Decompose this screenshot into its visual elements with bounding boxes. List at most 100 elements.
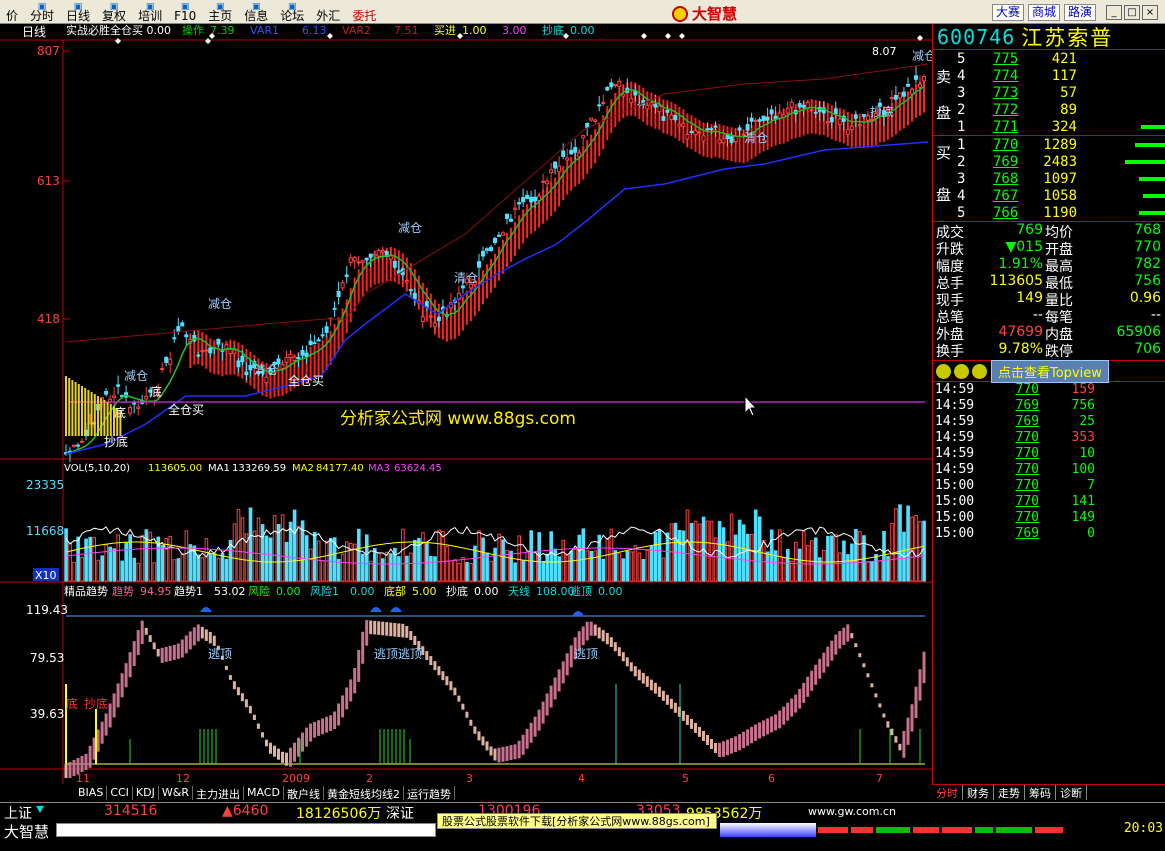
clock: 20:03	[1123, 821, 1163, 836]
candle-body	[312, 342, 317, 345]
mall-button[interactable]: 商城	[1028, 4, 1061, 21]
trend-bar	[168, 645, 172, 661]
volume-bar	[553, 548, 558, 582]
volume-bar	[870, 561, 874, 582]
order-price[interactable]: 772	[957, 102, 1018, 118]
right-tab-4[interactable]: 诊断	[1056, 785, 1087, 800]
maximize-button[interactable]: □	[1124, 5, 1140, 20]
order-price[interactable]: 775	[957, 51, 1018, 67]
menu-item-0[interactable]: 价	[0, 2, 24, 22]
right-tab-3[interactable]: 筹码	[1025, 785, 1056, 800]
candle-body	[597, 104, 602, 107]
right-tab-1[interactable]: 财务	[963, 785, 994, 800]
order-price[interactable]: 767	[957, 188, 1018, 204]
menu-item-2[interactable]: ▣ 日线	[60, 2, 96, 22]
trend-bar	[425, 651, 429, 661]
volume-bar	[585, 550, 590, 582]
kline-chart[interactable]: 日线 实战必胜全仓买 0.00 操作 7.39 VAR1 6.13 VAR2 7.51 买进…	[0, 24, 932, 800]
indicator-tab-8[interactable]: 运行趋势	[404, 786, 455, 801]
volume-bar	[745, 533, 750, 582]
indicator-tab-3[interactable]: W&R	[159, 786, 193, 800]
volume-bar	[529, 530, 534, 582]
dot-icon	[972, 363, 987, 379]
topview-button[interactable]: 点击查看Topview	[991, 359, 1109, 383]
indicator-tab-4[interactable]: 主力进出	[193, 786, 244, 801]
volume-bar	[681, 530, 686, 582]
order-price[interactable]: 769	[957, 154, 1018, 170]
promo-banner[interactable]: 股票公式股票软件下载[分析家公式网www.88gs.com]	[437, 813, 717, 829]
sz-index-label[interactable]: 深证	[386, 803, 414, 823]
volume-bar	[922, 520, 926, 582]
right-tabs: 分时 财务 走势 筹码 诊断	[932, 784, 1165, 800]
volume-bar	[882, 530, 886, 582]
indicator-tab-5[interactable]: MACD	[244, 786, 284, 800]
tick-time: 14:59	[935, 446, 975, 461]
order-price[interactable]: 768	[957, 171, 1018, 187]
trend-bar	[164, 646, 168, 662]
annotation-label: 底	[150, 384, 162, 399]
tick-row: 14:59 770 159	[933, 382, 1165, 398]
order-price[interactable]: 774	[957, 68, 1018, 84]
trend-bar	[200, 626, 204, 639]
indicator-tab-1[interactable]: CCI	[107, 786, 133, 800]
indicator-tab-0[interactable]: BIAS	[75, 786, 108, 800]
menu-item-1[interactable]: ▣ 分时	[24, 2, 60, 22]
candle-body	[729, 136, 734, 143]
menu-item-5[interactable]: ▣ F10	[168, 2, 202, 22]
menu-label: 复权	[102, 8, 127, 23]
order-row: 1 771 324	[933, 118, 1165, 135]
progress-bar	[720, 823, 816, 837]
menu-item-8[interactable]: ▣ 论坛	[274, 2, 310, 22]
candle-body	[669, 114, 674, 120]
menu-item-6[interactable]: ▣ 主页	[202, 2, 238, 22]
menu-item-7[interactable]: ▣ 信息	[238, 2, 274, 22]
brand-label: 大智慧	[4, 823, 50, 841]
order-price[interactable]: 770	[957, 137, 1018, 153]
candle-body	[609, 82, 614, 88]
dropdown-icon[interactable]	[36, 806, 44, 813]
order-price[interactable]: 771	[957, 119, 1018, 135]
candle-body	[721, 138, 726, 144]
right-tab-2[interactable]: 走势	[994, 785, 1025, 800]
volume-bar	[625, 551, 630, 582]
order-volume: 2483	[1043, 153, 1077, 170]
menu-item-3[interactable]: ▣ 复权	[96, 2, 132, 22]
candle-body	[412, 292, 417, 300]
candle-body	[72, 444, 76, 447]
menu-item-10[interactable]: 委托	[346, 2, 382, 22]
tick-list[interactable]: 14:59 770 159 14:59 769 756 14:59 769 25 14:59 770…	[933, 382, 1165, 542]
contest-button[interactable]: 大赛	[992, 4, 1025, 21]
menu-item-4[interactable]: ▣ 培训	[132, 2, 168, 22]
indicator-tab-2[interactable]: KDJ	[133, 786, 159, 800]
right-tab-0[interactable]: 分时	[932, 785, 963, 800]
volume-bar	[765, 551, 770, 582]
stat-value: ▼015	[1005, 239, 1044, 255]
candle-body	[561, 150, 566, 157]
close-button[interactable]: ×	[1142, 5, 1158, 20]
volume-bar	[633, 545, 638, 582]
volume-bar	[204, 538, 209, 582]
volume-bar	[705, 520, 710, 582]
trend-bar	[180, 639, 184, 658]
indicator-tab-7[interactable]: 黄金短线均线2	[324, 786, 404, 801]
order-price[interactable]: 766	[957, 205, 1018, 221]
trend-bar	[601, 630, 605, 642]
volume-bar	[397, 556, 401, 582]
trend-bar	[517, 740, 521, 759]
order-price[interactable]: 773	[957, 85, 1018, 101]
volume-bar	[677, 530, 682, 582]
trend-bar	[854, 643, 858, 648]
volume-bar	[657, 529, 662, 582]
tick-time: 14:59	[935, 462, 975, 477]
sh-index-label[interactable]: 上证	[4, 803, 32, 823]
trend-bar	[156, 648, 160, 657]
trend-bar	[269, 742, 272, 754]
buy-label-top: 买	[936, 144, 952, 162]
roadshow-button[interactable]: 路演	[1064, 4, 1097, 21]
candle-body	[745, 124, 750, 131]
minimize-button[interactable]: _	[1106, 5, 1122, 20]
indicator-tab-6[interactable]: 散户线	[284, 786, 324, 801]
menu-item-9[interactable]: 外汇	[310, 2, 346, 22]
trend-bar	[148, 635, 152, 642]
vol-ma2: 84177.40	[316, 463, 364, 474]
